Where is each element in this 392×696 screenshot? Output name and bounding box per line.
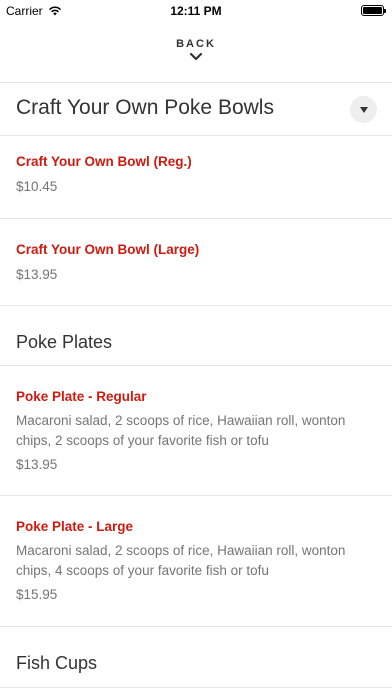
menu-item-craft-bowl-large[interactable]: Craft Your Own Bowl (Large) $13.95 bbox=[0, 242, 392, 302]
item-price: $13.95 bbox=[16, 457, 58, 472]
menu-item-craft-bowl-reg[interactable]: Craft Your Own Bowl (Reg.) $10.45 bbox=[0, 154, 392, 214]
item-divider bbox=[0, 218, 392, 219]
header-divider bbox=[0, 82, 392, 83]
item-name: Poke Plate - Regular bbox=[16, 389, 147, 404]
item-description: Macaroni salad, 2 scoops of rice, Hawaii… bbox=[16, 543, 346, 578]
section-divider bbox=[0, 365, 392, 366]
item-price: $15.95 bbox=[16, 587, 58, 602]
section-divider bbox=[0, 687, 392, 688]
section-dropdown-button[interactable] bbox=[350, 96, 377, 123]
menu-item-poke-plate-regular[interactable]: Poke Plate - Regular Macaroni salad, 2 s… bbox=[0, 389, 392, 479]
status-bar: Carrier 12:11 PM bbox=[0, 0, 392, 22]
section-divider bbox=[0, 626, 392, 627]
battery-icon bbox=[361, 5, 386, 16]
item-divider bbox=[0, 495, 392, 496]
item-price: $13.95 bbox=[16, 267, 58, 282]
caret-down-icon bbox=[359, 106, 368, 113]
section-divider bbox=[0, 135, 392, 136]
menu-item-poke-plate-large[interactable]: Poke Plate - Large Macaroni salad, 2 sco… bbox=[0, 519, 392, 609]
section-title-fish-cups: Fish Cups bbox=[16, 653, 98, 673]
item-name: Poke Plate - Large bbox=[16, 519, 134, 534]
item-description: Macaroni salad, 2 scoops of rice, Hawaii… bbox=[16, 413, 346, 448]
item-price: $10.45 bbox=[16, 179, 58, 194]
section-title-craft-bowls: Craft Your Own Poke Bowls bbox=[16, 96, 274, 119]
chevron-down-icon bbox=[189, 52, 203, 61]
status-time: 12:11 PM bbox=[170, 4, 222, 18]
back-button[interactable]: BACK bbox=[0, 32, 392, 82]
item-name: Craft Your Own Bowl (Reg.) bbox=[16, 154, 192, 169]
section-title-poke-plates: Poke Plates bbox=[16, 332, 113, 352]
back-label: BACK bbox=[176, 38, 216, 50]
section-divider bbox=[0, 305, 392, 306]
item-name: Craft Your Own Bowl (Large) bbox=[16, 242, 200, 257]
